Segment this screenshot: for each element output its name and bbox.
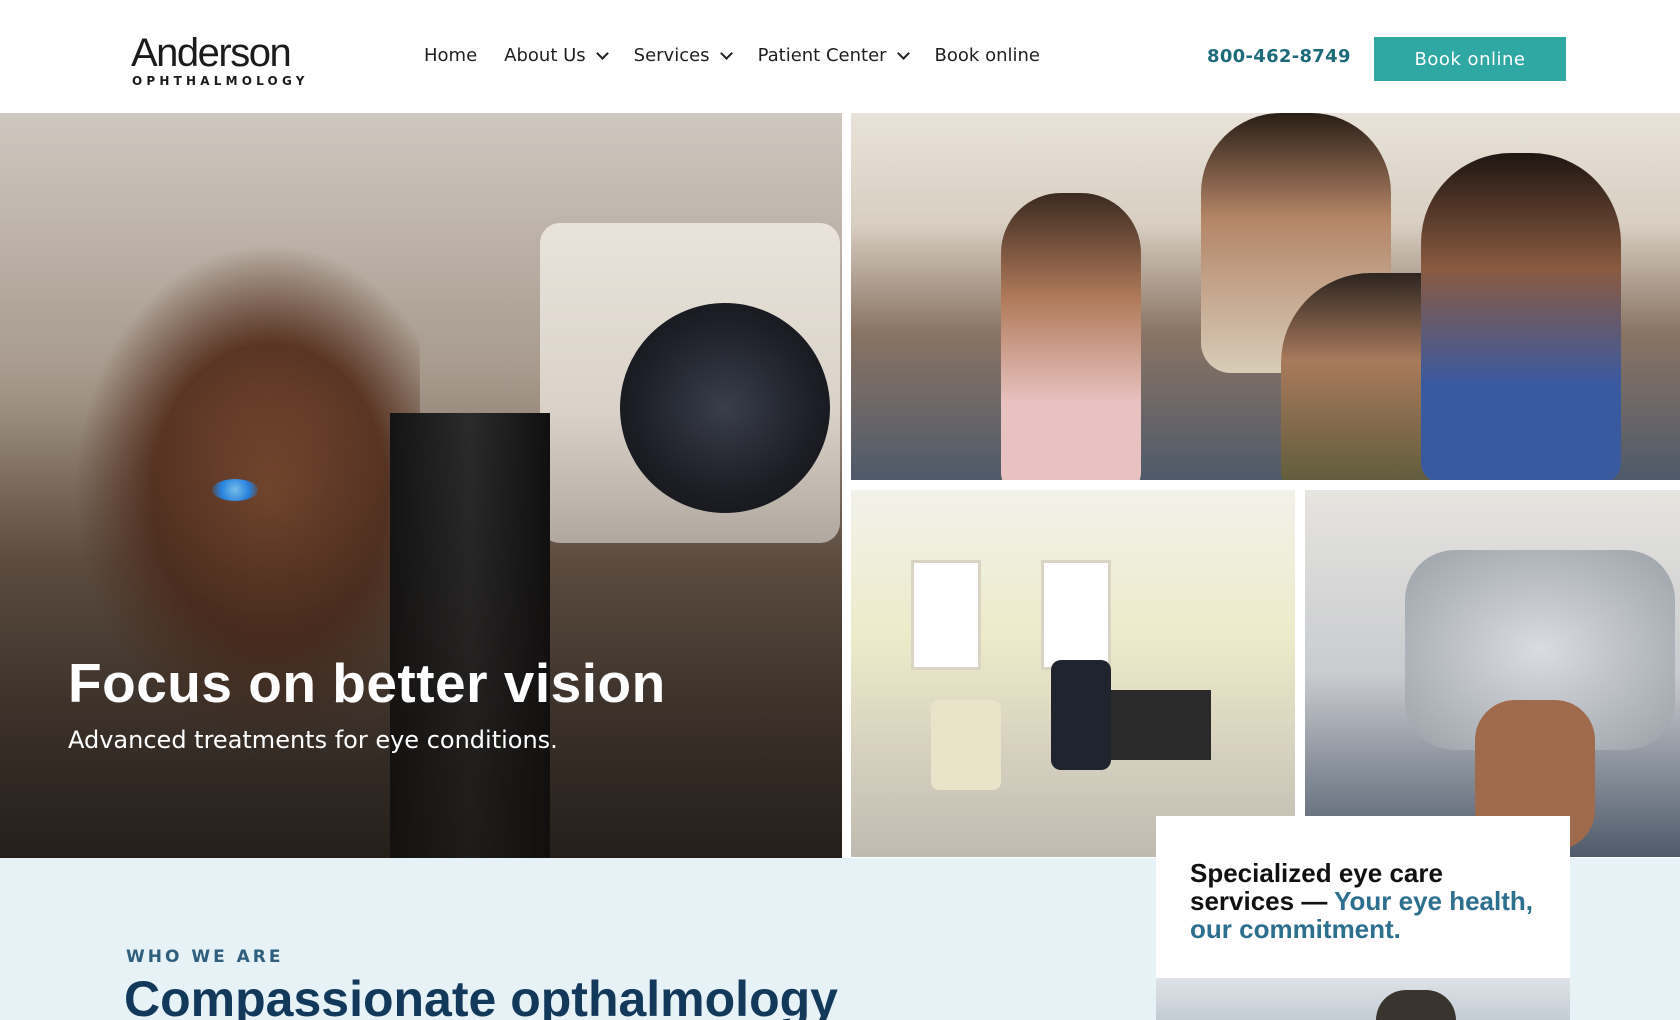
services-card: Specialized eye care services — Your eye… <box>1156 816 1570 1020</box>
nav-item-label: About Us <box>504 45 586 66</box>
chevron-down-icon <box>595 46 609 60</box>
chevron-down-icon <box>896 46 910 60</box>
photo-person <box>1376 990 1456 1020</box>
section-title: Compassionate opthalmology <box>124 971 838 1020</box>
nav-item-label: Home <box>424 45 478 66</box>
nav-item-label: Patient Center <box>757 45 887 66</box>
photo-window <box>1041 560 1111 670</box>
eye-exam-photo <box>1305 490 1680 857</box>
logo[interactable]: Anderson OPHTHALMOLOGY <box>131 33 315 88</box>
photo-window <box>911 560 981 670</box>
photo-exam-chair <box>1051 660 1111 770</box>
phone-link[interactable]: 800-462-8749 <box>1207 46 1351 67</box>
photo-person <box>1421 153 1621 480</box>
book-online-button[interactable]: Book online <box>1374 37 1566 81</box>
nav-item-book-online[interactable]: Book online <box>935 45 1040 66</box>
nav-item-label: Services <box>633 45 710 66</box>
logo-wordmark: Anderson <box>131 31 292 75</box>
nav-item-patient-center[interactable]: Patient Center <box>757 45 910 66</box>
nav-item-about-us[interactable]: About Us <box>504 45 609 66</box>
photo-equipment <box>1111 690 1211 760</box>
hero-image: Focus on better vision Advanced treatmen… <box>0 113 842 858</box>
site-header: Anderson OPHTHALMOLOGY Home About Us Ser… <box>0 0 1680 113</box>
hero-subtitle: Advanced treatments for eye conditions. <box>68 726 558 754</box>
card-text: Specialized eye care services — Your eye… <box>1190 859 1550 943</box>
hero-title: Focus on better vision <box>68 652 666 714</box>
nav-item-label: Book online <box>934 45 1040 66</box>
exam-room-photo <box>851 490 1295 857</box>
card-photo <box>1156 978 1570 1020</box>
main-nav: Home About Us Services Patient Center Bo… <box>424 45 1067 66</box>
photo-chair <box>931 700 1001 790</box>
photo-person <box>1001 193 1141 480</box>
nav-item-services[interactable]: Services <box>633 45 733 66</box>
logo-tagline: OPHTHALMOLOGY <box>132 74 309 88</box>
family-photo <box>851 113 1680 480</box>
section-eyebrow: WHO WE ARE <box>126 947 284 967</box>
chevron-down-icon <box>719 46 733 60</box>
nav-item-home[interactable]: Home <box>424 45 477 66</box>
